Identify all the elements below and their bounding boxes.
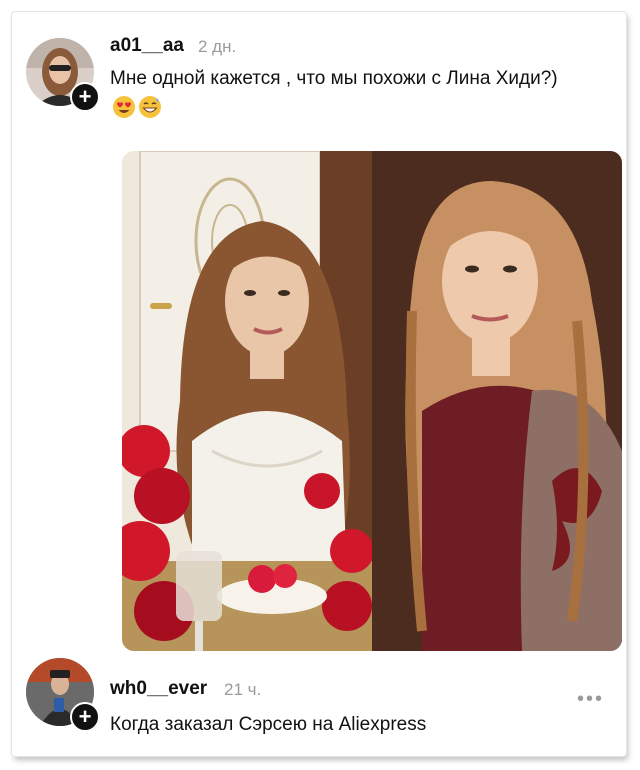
comment-time: 2 дн. (198, 37, 237, 56)
heart-eyes-emoji-icon (113, 96, 135, 118)
more-dots-icon[interactable]: ••• (577, 688, 604, 711)
comment-photo[interactable] (122, 151, 622, 651)
comment-text: Мне одной кажется , что мы похожи с Лина… (110, 64, 580, 124)
comment-text-content: Мне одной кажется , что мы похожи с Лина… (110, 68, 558, 89)
comment-time: 21 ч. (224, 680, 262, 699)
follow-plus-icon[interactable]: + (70, 702, 100, 732)
comment-username[interactable]: wh0__ever (110, 678, 207, 700)
grinning-sweat-emoji-icon (139, 96, 161, 118)
comment-username[interactable]: a01__aa (110, 35, 184, 57)
follow-plus-icon[interactable]: + (70, 82, 100, 112)
comment-text: Когда заказал Сэрсею на Aliexpress (110, 714, 427, 735)
comment-card: + a01__aa 2 дн. Мне одной кажется , что … (12, 12, 626, 756)
